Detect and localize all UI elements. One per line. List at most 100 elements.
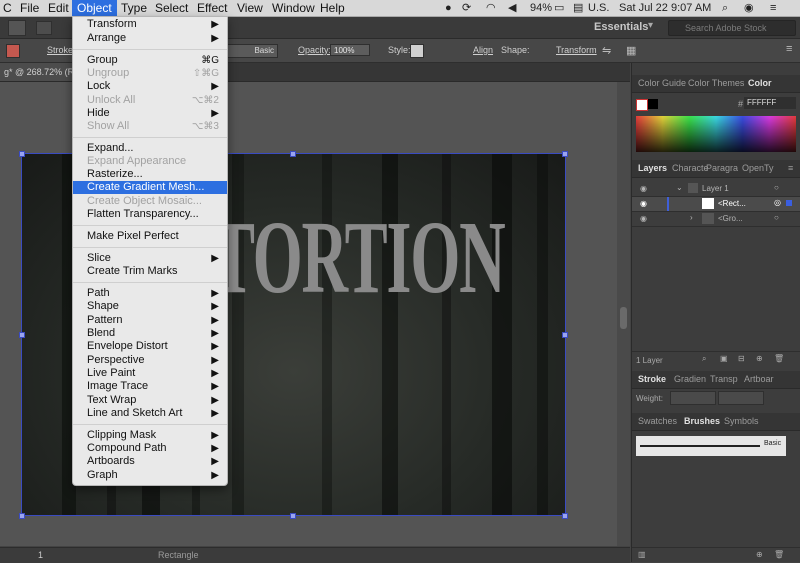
tab-gradient[interactable]: Gradien (674, 374, 706, 384)
menu-item-perspective[interactable]: Perspective ▶ (73, 354, 227, 367)
menu-item-text-wrap[interactable]: Text Wrap ▶ (73, 394, 227, 407)
tab-swatches[interactable]: Swatches (638, 416, 677, 426)
menubar-clock[interactable]: Sat Jul 22 9:07 AM (619, 1, 711, 15)
menu-item-live-paint[interactable]: Live Paint ▶ (73, 367, 227, 380)
new-layer-icon[interactable]: ⊕ (756, 354, 763, 363)
panel-menu-icon[interactable]: ≡ (788, 163, 793, 173)
menu-item-hide[interactable]: Hide ▶ (73, 107, 227, 120)
new-brush-icon[interactable]: ⊕ (756, 550, 763, 559)
menu-edit[interactable]: Edit (48, 1, 69, 15)
brush-basic[interactable]: Basic (636, 436, 786, 456)
menu-item-line-and-sketch-art[interactable]: Line and Sketch Art ▶ (73, 407, 227, 420)
wifi-icon[interactable]: ◠ (486, 1, 496, 15)
menu-item-path[interactable]: Path ▶ (73, 287, 227, 300)
scroll-thumb[interactable] (620, 307, 627, 329)
menu-item-create-gradient-mesh[interactable]: Create Gradient Mesh... (73, 181, 227, 194)
layer-row[interactable]: ◉ ⌄ Layer 1 ○ (632, 182, 800, 197)
weight-dropdown[interactable] (718, 391, 764, 405)
resize-handle[interactable] (19, 513, 25, 519)
align-label[interactable]: Align (473, 45, 493, 55)
menu-item-blend[interactable]: Blend ▶ (73, 327, 227, 340)
chevron-down-icon[interactable]: ⌄ (676, 183, 683, 192)
tab-character[interactable]: Characte (672, 163, 709, 173)
panel-menu-icon[interactable]: ≡ (786, 43, 792, 55)
menu-item-artboards[interactable]: Artboards ▶ (73, 455, 227, 468)
chevron-right-icon[interactable]: › (690, 213, 693, 222)
trash-icon[interactable]: 🗑 (774, 550, 784, 559)
menu-item-flatten-transparency[interactable]: Flatten Transparency... (73, 208, 227, 221)
arrange-icon[interactable]: ▦ (626, 44, 636, 57)
arrange-documents-icon[interactable] (36, 21, 52, 35)
workspace-switcher[interactable]: Essentials (594, 21, 648, 33)
locate-object-icon[interactable]: ⌕ (702, 354, 706, 364)
graphic-style-swatch[interactable] (410, 44, 424, 58)
trash-icon[interactable]: 🗑 (774, 354, 784, 363)
sync-icon[interactable]: ⟳ (462, 1, 471, 15)
layer-name[interactable]: <Rect... (718, 199, 746, 208)
menu-file[interactable]: File (20, 1, 39, 15)
menu-item-pattern[interactable]: Pattern ▶ (73, 314, 227, 327)
menu-item-slice[interactable]: Slice ▶ (73, 252, 227, 265)
layer-name[interactable]: Layer 1 (702, 184, 729, 193)
transform-label[interactable]: Transform (556, 45, 597, 55)
notification-center-icon[interactable]: ≡ (770, 1, 776, 15)
menu-item-envelope-distort[interactable]: Envelope Distort ▶ (73, 340, 227, 353)
spotlight-icon[interactable]: ⌕ (722, 1, 728, 15)
menu-item-rasterize[interactable]: Rasterize... (73, 168, 227, 181)
opacity-label[interactable]: Opacity: (298, 45, 331, 55)
visibility-eye-icon[interactable]: ◉ (640, 184, 647, 193)
stroke-indicator[interactable] (648, 99, 658, 109)
menu-type[interactable]: Type (121, 1, 147, 15)
hex-input[interactable]: FFFFFF (744, 97, 796, 109)
visibility-eye-icon[interactable]: ◉ (640, 214, 647, 223)
creative-cloud-icon[interactable]: ● (445, 1, 452, 15)
resize-handle[interactable] (290, 151, 296, 157)
menu-item-clipping-mask[interactable]: Clipping Mask ▶ (73, 429, 227, 442)
brush-definition[interactable]: Basic (226, 44, 278, 58)
tab-stroke[interactable]: Stroke (638, 374, 666, 384)
adobe-stock-search[interactable]: Search Adobe Stock (668, 20, 796, 36)
menu-item-expand[interactable]: Expand... (73, 142, 227, 155)
opacity-input[interactable]: 100% (330, 44, 370, 56)
fill-indicator[interactable] (636, 99, 648, 111)
resize-handle[interactable] (562, 151, 568, 157)
menu-effect[interactable]: Effect (197, 1, 227, 15)
tab-opentype[interactable]: OpenTy (742, 163, 774, 173)
resize-handle[interactable] (19, 151, 25, 157)
tab-layers[interactable]: Layers (638, 163, 667, 173)
menu-select[interactable]: Select (155, 1, 188, 15)
target-icon[interactable]: ○ (774, 213, 779, 222)
menu-item-transform[interactable]: Transform ▶ (73, 18, 227, 31)
menu-item-compound-path[interactable]: Compound Path ▶ (73, 442, 227, 455)
menu-item-make-pixel-perfect[interactable]: Make Pixel Perfect (73, 230, 227, 243)
tab-paragraph[interactable]: Paragra (706, 163, 738, 173)
menu-item-lock[interactable]: Lock ▶ (73, 80, 227, 93)
siri-icon[interactable]: ◉ (744, 1, 754, 15)
tab-artboards[interactable]: Artboar (744, 374, 774, 384)
menu-view[interactable]: View (237, 1, 263, 15)
input-source[interactable]: U.S. (588, 1, 609, 15)
battery-icon[interactable]: ▭ (554, 1, 564, 15)
resize-handle[interactable] (562, 513, 568, 519)
tab-color[interactable]: Color (748, 78, 772, 88)
fill-swatch[interactable] (6, 44, 20, 58)
tab-transparency[interactable]: Transp (710, 374, 738, 384)
menu-item-arrange[interactable]: Arrange ▶ (73, 32, 227, 45)
resize-handle[interactable] (290, 513, 296, 519)
workspace-chevron-icon[interactable]: ▾ (648, 20, 653, 31)
layer-row[interactable]: ◉ › <Gro... ○ (632, 212, 800, 227)
target-icon[interactable]: ◎ (774, 198, 781, 207)
menu-help[interactable]: Help (320, 1, 345, 15)
menu-object[interactable]: Object (72, 0, 117, 16)
weight-input[interactable] (670, 391, 716, 405)
color-spectrum[interactable] (636, 116, 796, 152)
artboard-number[interactable]: 1 (38, 550, 43, 560)
current-tool[interactable]: Rectangle (158, 550, 199, 560)
menu-window[interactable]: Window (272, 1, 315, 15)
menu-app[interactable]: C (3, 1, 12, 15)
tab-symbols[interactable]: Symbols (724, 416, 759, 426)
tab-color-themes[interactable]: Color Themes (688, 78, 744, 88)
volume-icon[interactable]: ◀ (508, 1, 516, 15)
resize-handle[interactable] (19, 332, 25, 338)
tab-color-guide[interactable]: Color Guide (638, 78, 686, 88)
